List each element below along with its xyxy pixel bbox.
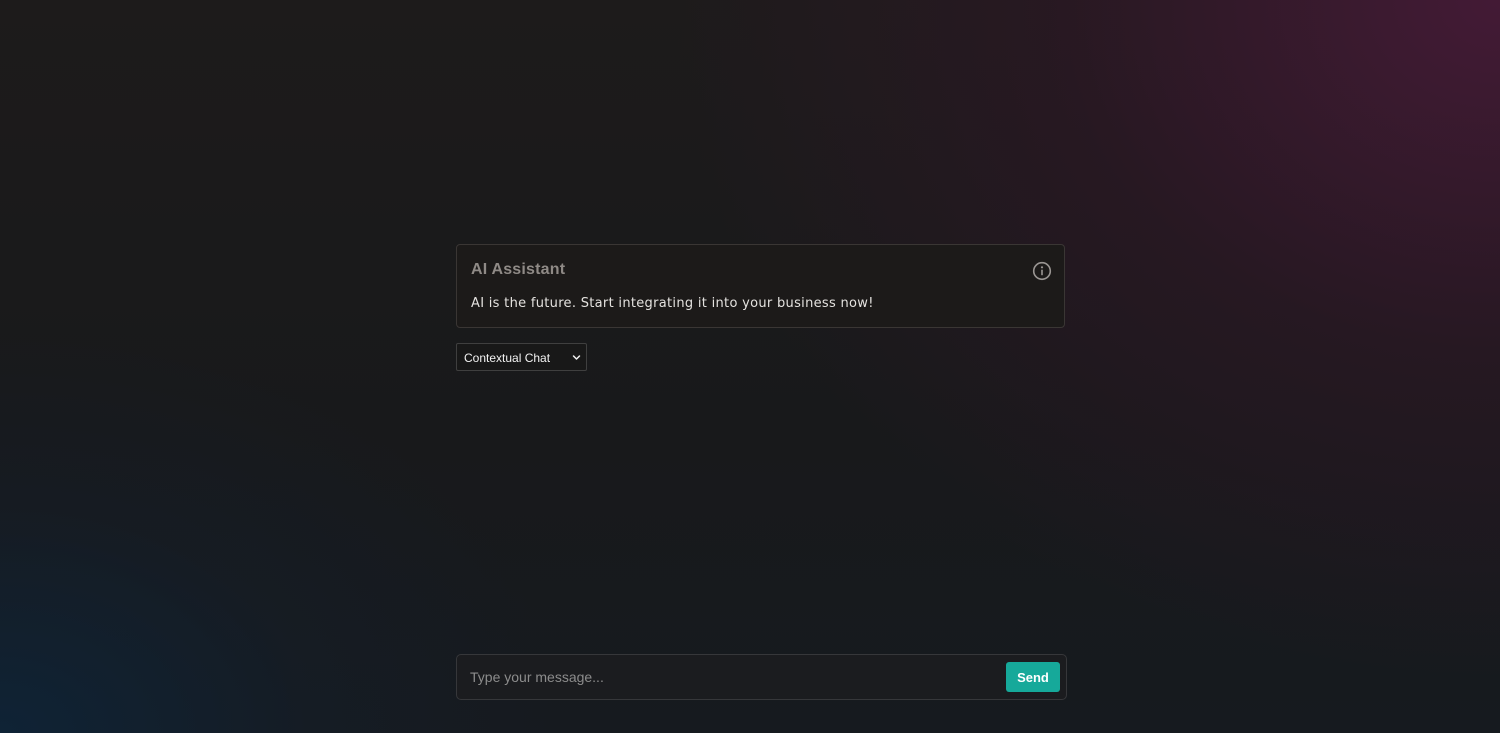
info-icon[interactable] — [1032, 261, 1052, 281]
chevron-down-icon — [572, 353, 581, 362]
send-button[interactable]: Send — [1006, 662, 1060, 692]
assistant-description: AI is the future. Start integrating it i… — [471, 296, 874, 311]
message-input[interactable] — [470, 665, 990, 689]
assistant-info-card: AI Assistant AI is the future. Start int… — [456, 244, 1065, 328]
message-composer: Send — [456, 654, 1067, 700]
chat-mode-selected-value: Contextual Chat — [464, 351, 551, 365]
assistant-title: AI Assistant — [471, 261, 566, 278]
chat-mode-select[interactable]: Contextual Chat — [456, 343, 587, 371]
